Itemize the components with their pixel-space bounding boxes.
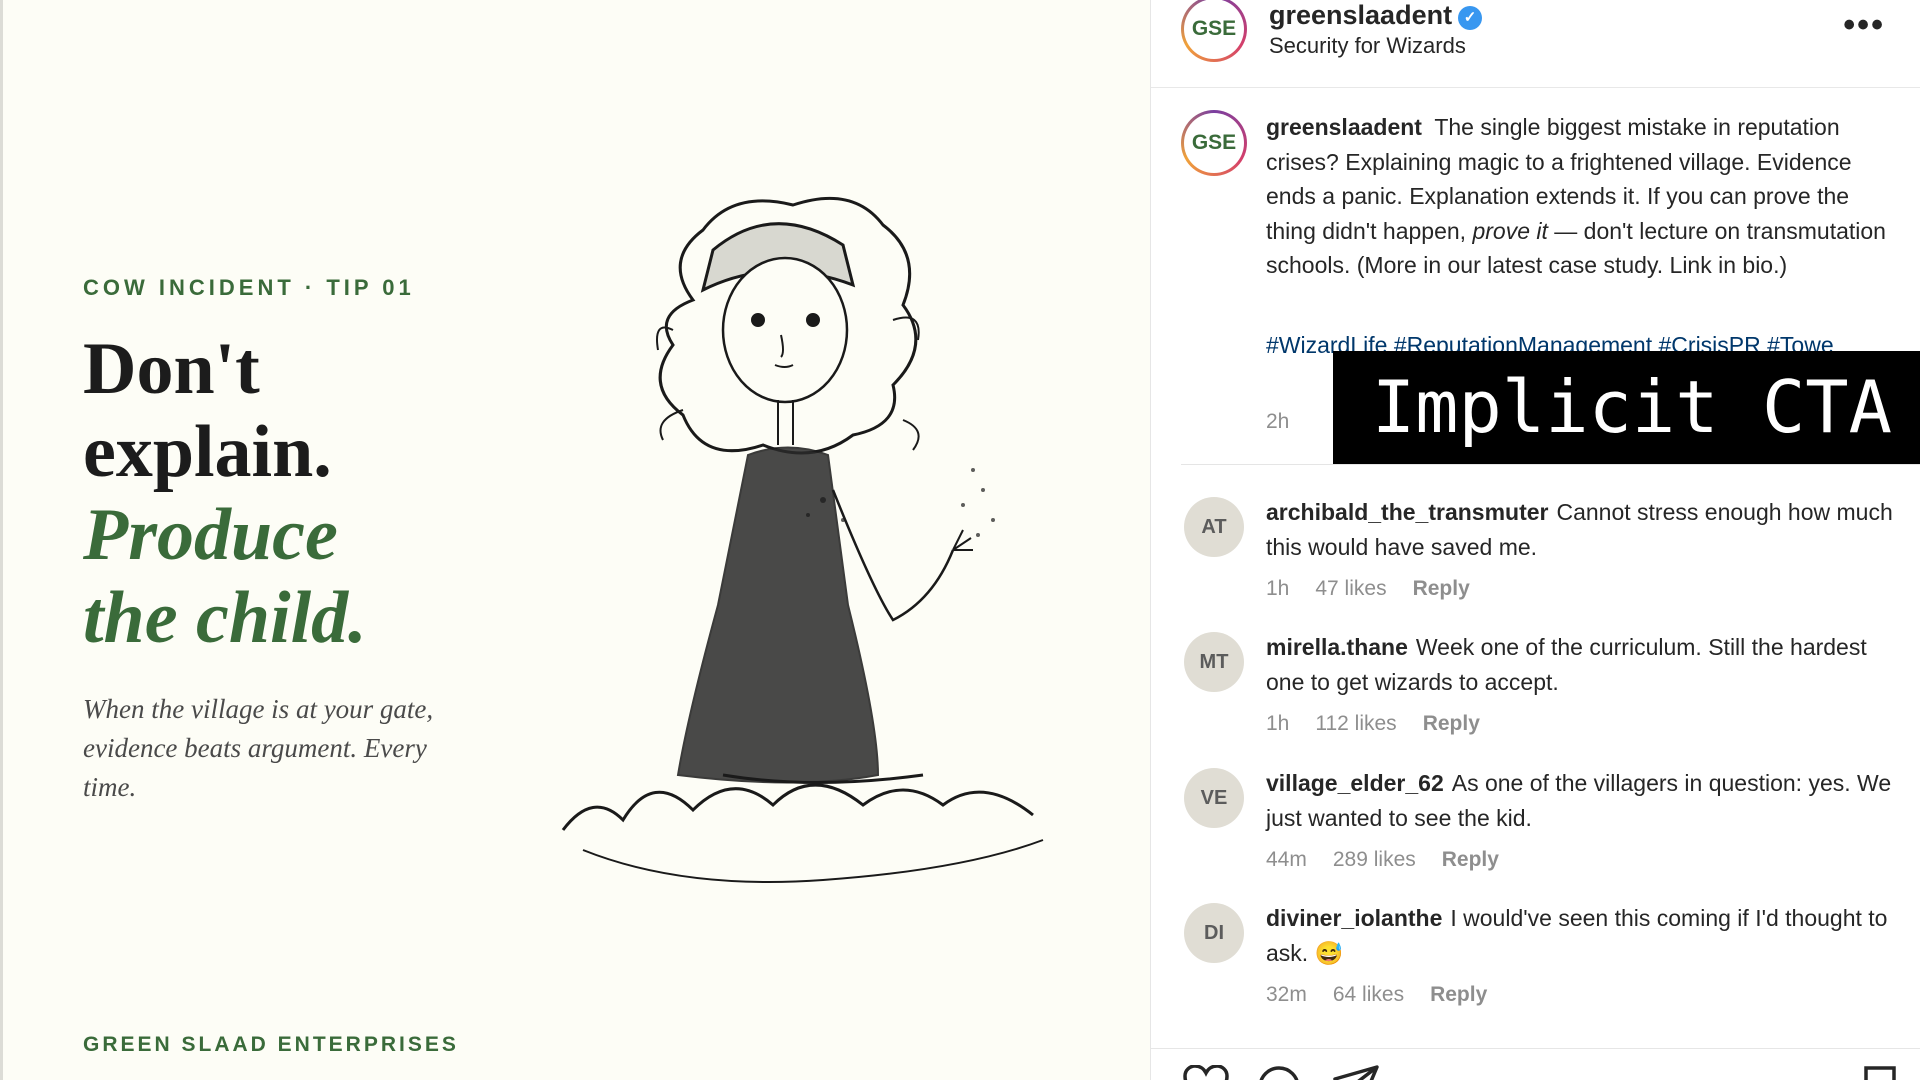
caption-divider	[1181, 464, 1920, 465]
comment-meta: 44m 289 likes Reply	[1266, 848, 1499, 872]
comment-text: mirella.thane Week one of the curriculum.…	[1266, 630, 1896, 699]
child-illustration	[561, 196, 1044, 883]
post-eyebrow: COW INCIDENT · TIP 01	[83, 275, 415, 300]
comment-reply-button[interactable]: Reply	[1423, 712, 1480, 736]
profile-avatar[interactable]: GSE	[1181, 0, 1247, 62]
caption-emphasis: prove it	[1472, 217, 1548, 244]
header-username[interactable]: greenslaadent	[1269, 0, 1452, 30]
comment-username[interactable]: village_elder_62	[1266, 770, 1444, 796]
comment-text: diviner_iolanthe I would've seen this com…	[1266, 901, 1896, 970]
post-brand: GREEN SLAAD ENTERPRISES	[83, 1033, 459, 1056]
post-headline: Don't explain. Produce the child.	[83, 328, 523, 660]
like-heart-icon[interactable]	[1183, 1065, 1229, 1080]
comment-likes[interactable]: 64 likes	[1333, 983, 1404, 1007]
comment-reply-button[interactable]: Reply	[1430, 983, 1487, 1007]
cta-overlay-label: Implicit CTA	[1333, 351, 1920, 464]
verified-badge-icon: ✓	[1458, 6, 1483, 30]
caption-avatar[interactable]: GSE	[1181, 110, 1247, 176]
comment-text: village_elder_62 As one of the villagers …	[1266, 766, 1896, 835]
more-options-icon[interactable]: •••	[1843, 8, 1885, 42]
comment-avatar[interactable]: VE	[1184, 768, 1244, 828]
comment-reply-button[interactable]: Reply	[1442, 848, 1499, 872]
comment-time: 32m	[1266, 983, 1307, 1006]
comment-username[interactable]: archibald_the_transmuter	[1266, 499, 1548, 525]
comment-likes[interactable]: 112 likes	[1315, 712, 1396, 736]
comment-text: archibald_the_transmuter Cannot stress en…	[1266, 495, 1896, 564]
comment-avatar[interactable]: AT	[1184, 497, 1244, 557]
avatar-initials: GSE	[1184, 0, 1244, 59]
post-header: GSE greenslaadent ✓ Security for Wizards …	[1151, 0, 1920, 88]
comment-likes[interactable]: 47 likes	[1315, 577, 1386, 601]
post-subhead: When the village is at your gate, eviden…	[83, 694, 434, 802]
comment-likes[interactable]: 289 likes	[1333, 848, 1416, 872]
share-send-icon[interactable]	[1333, 1065, 1379, 1080]
comment-bubble-icon[interactable]	[1257, 1065, 1301, 1080]
save-bookmark-icon[interactable]	[1863, 1065, 1897, 1080]
header-subtitle: Security for Wizards	[1269, 33, 1466, 58]
caption-avatar-initials: GSE	[1184, 113, 1244, 173]
comment-reply-button[interactable]: Reply	[1413, 577, 1470, 601]
post-image[interactable]: COW INCIDENT · TIP 01 Don't explain. Pro…	[3, 0, 1150, 1080]
header-username-row[interactable]: greenslaadent ✓	[1269, 0, 1483, 31]
comment-time: 1h	[1266, 712, 1290, 735]
caption-text: greenslaadent The single biggest mistake…	[1266, 110, 1896, 283]
headline-line-4: the child.	[83, 577, 367, 659]
headline-line-3: Produce	[83, 494, 338, 576]
post-action-bar	[1151, 1048, 1920, 1080]
headline-line-1: Don't	[83, 328, 260, 410]
comment-meta: 1h 112 likes Reply	[1266, 712, 1480, 736]
comment-avatar[interactable]: DI	[1184, 903, 1244, 963]
post-sidebar: GSE greenslaadent ✓ Security for Wizards …	[1150, 0, 1920, 1080]
comment-meta: 1h 47 likes Reply	[1266, 577, 1470, 601]
caption-timestamp: 2h	[1266, 410, 1290, 433]
comment-time: 44m	[1266, 848, 1307, 871]
comment-meta: 32m 64 likes Reply	[1266, 983, 1487, 1007]
comment-avatar[interactable]: MT	[1184, 632, 1244, 692]
caption-username[interactable]: greenslaadent	[1266, 114, 1422, 140]
headline-line-2: explain.	[83, 411, 332, 493]
comment-time: 1h	[1266, 577, 1290, 600]
comment-username[interactable]: diviner_iolanthe	[1266, 905, 1442, 931]
comment-username[interactable]: mirella.thane	[1266, 634, 1408, 660]
